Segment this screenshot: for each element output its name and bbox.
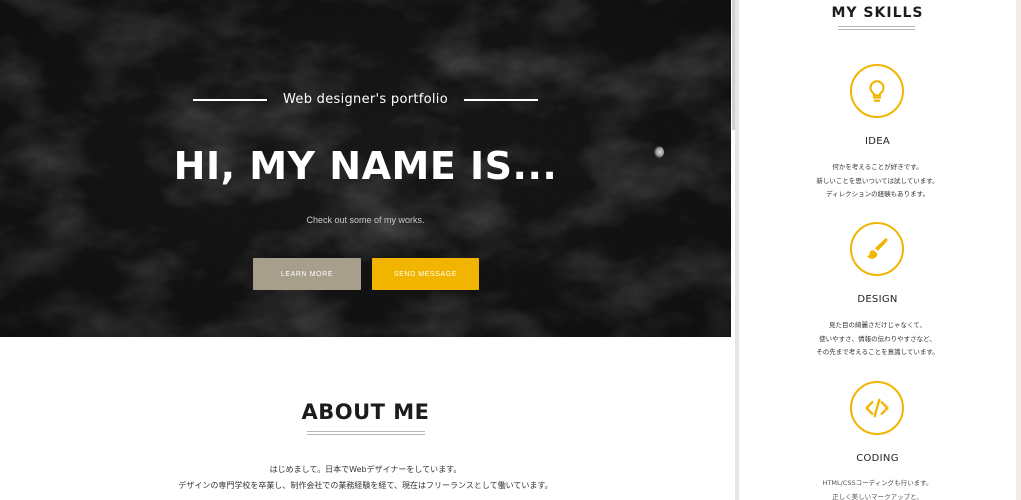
skill-name: IDEA: [864, 136, 890, 147]
hero-title: HI, MY NAME IS...: [173, 144, 558, 188]
hero-subtitle-line-right: [463, 99, 538, 101]
skill-description: 何かを考えることが好きです。 新しいことを思いついては試しています。 ディレクシ…: [816, 163, 939, 198]
hero-cta-text: Check out some of my works.: [306, 215, 425, 225]
skill-name: DESIGN: [857, 294, 898, 305]
about-line: はじめまして。日本でWebデザイナーをしています。: [269, 465, 462, 474]
about-section: ABOUT ME はじめまして。日本でWebデザイナーをしています。 デザインの…: [0, 337, 731, 500]
paintbrush-icon: [850, 222, 904, 276]
moon-glow: [654, 146, 664, 158]
about-line: デザインの専門学校を卒業し、制作会社での業務経験を経て、現在はフリーランスとして…: [178, 481, 553, 490]
about-title: ABOUT ME: [301, 400, 430, 424]
skill-name: CODING: [856, 453, 899, 464]
hero-section: Web designer's portfolio HI, MY NAME IS.…: [0, 0, 731, 337]
right-scrollbar[interactable]: [1016, 0, 1021, 500]
about-text: はじめまして。日本でWebデザイナーをしています。 デザインの専門学校を卒業し、…: [0, 462, 731, 494]
hero-subtitle-line-left: [193, 99, 267, 101]
skills-title-underline: [838, 26, 915, 30]
skill-description: HTML/CSSコーディングも行います。 正しく美しいマークアップと、: [822, 479, 933, 500]
right-pane: MY SKILLS IDEA 何かを考えることが好きです。 新しいことを思いつい…: [739, 0, 1021, 500]
skills-title: MY SKILLS: [831, 5, 924, 21]
send-message-button[interactable]: SEND MESSAGE: [372, 258, 479, 290]
code-icon: [850, 381, 904, 435]
hero-subtitle: Web designer's portfolio: [283, 92, 448, 107]
hero-subtitle-row: Web designer's portfolio: [0, 90, 731, 110]
skill-description: 見た目の綺麗さだけじゃなくて、 使いやすさ、情報の伝わりやすさなど、 その先まで…: [816, 321, 939, 356]
learn-more-button[interactable]: LEARN MORE: [253, 258, 361, 290]
lightbulb-icon: [850, 64, 904, 118]
left-pane: Web designer's portfolio HI, MY NAME IS.…: [0, 0, 732, 500]
about-title-underline: [307, 431, 425, 435]
